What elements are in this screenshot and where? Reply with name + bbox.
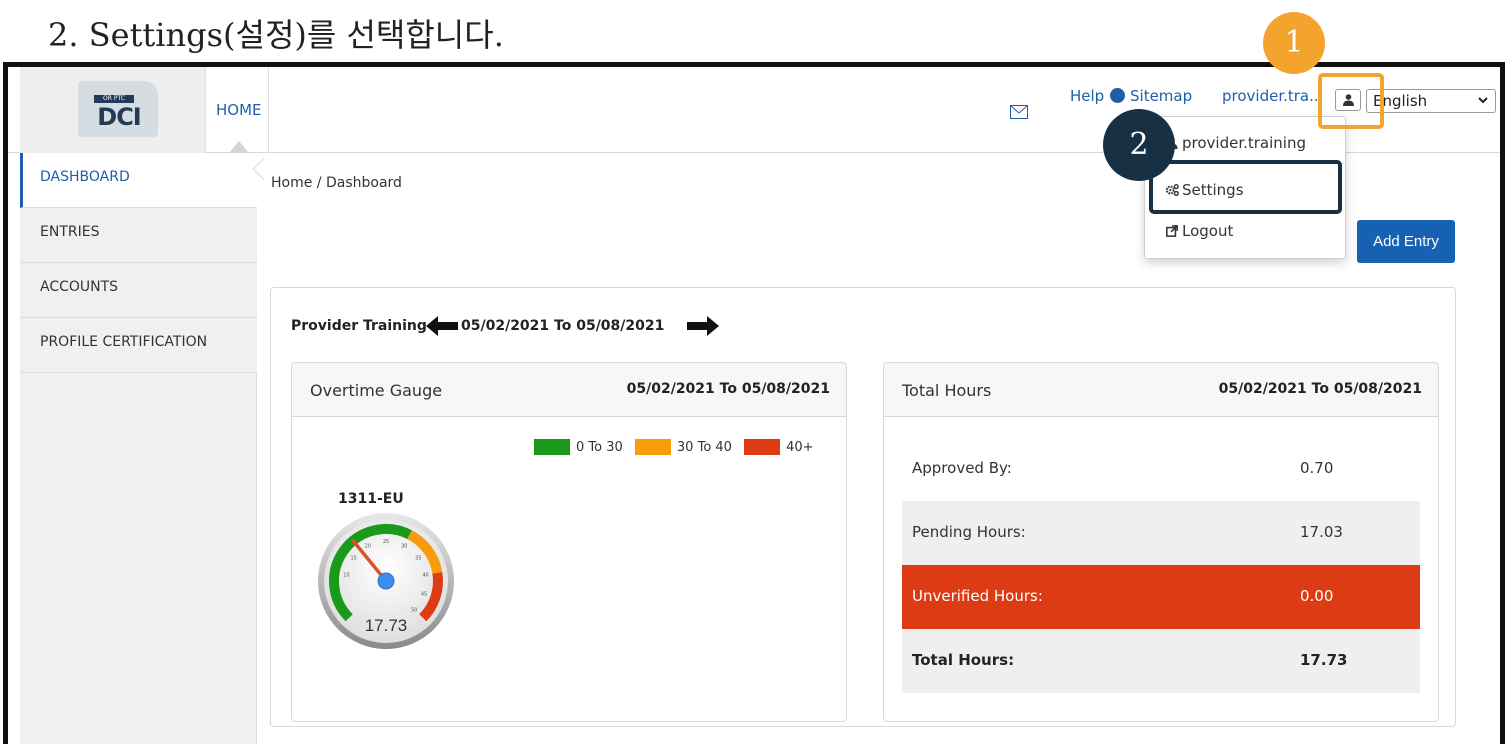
gauge-value: 17.73 (365, 616, 408, 635)
gauge-tick-label: 25 (383, 539, 389, 545)
gauge-tick-label: 40 (422, 573, 428, 579)
callout-step-2: 2 (1103, 109, 1175, 181)
sidebar-item-label: DASHBOARD (40, 169, 130, 185)
legend-label: 30 To 40 (676, 439, 732, 455)
menu-item-logout[interactable]: Logout (1145, 211, 1345, 251)
language-select[interactable]: English (1366, 89, 1496, 113)
add-entry-button[interactable]: Add Entry (1357, 220, 1455, 263)
row-label: Pending Hours: (912, 523, 1026, 541)
gauge-tick-label: 45 (421, 591, 427, 597)
next-week-arrow-icon[interactable] (687, 316, 719, 336)
sidebar: DASHBOARD ENTRIES ACCOUNTS PROFILE CERTI… (20, 153, 276, 744)
row-value: 0.00 (1300, 587, 1334, 605)
card-range: 05/02/2021 To 05/08/2021 (1218, 381, 1422, 397)
total-hours-card: Total Hours 05/02/2021 To 05/08/2021 App… (883, 362, 1439, 722)
week-selector: Provider Training (291, 318, 427, 334)
sidebar-item-label: ACCOUNTS (40, 279, 119, 295)
breadcrumb: Home / Dashboard (271, 175, 402, 191)
menu-item-label: provider.training (1182, 134, 1306, 152)
user-button-highlight-box (1318, 73, 1384, 129)
app-window: OR PTC DCI HOME Help Sitemap provider.tr… (3, 62, 1505, 744)
sidebar-item-profile-certification[interactable]: PROFILE CERTIFICATION (20, 318, 257, 373)
gauge-tick-label: 50 (411, 607, 417, 613)
gauge-legend: 0 To 30 30 To 40 40+ (534, 439, 822, 459)
row-value: 17.73 (1300, 651, 1348, 669)
hours-row-unverified: Unverified Hours: 0.00 (902, 565, 1420, 629)
provider-name: Provider Training (291, 318, 427, 334)
gauge-id: 1311-EU (338, 491, 404, 507)
overtime-gauge: 10 15 20 25 30 35 40 45 50 17.73 (318, 513, 454, 649)
card-header: Total Hours 05/02/2021 To 05/08/2021 (884, 363, 1438, 417)
dashboard-panel: Provider Training 05/02/2021 To 05/08/20… (270, 287, 1456, 727)
previous-week-arrow-icon[interactable] (426, 316, 458, 336)
gauge-tick-label: 20 (365, 543, 371, 549)
card-title: Total Hours (902, 381, 992, 400)
sidebar-item-entries[interactable]: ENTRIES (20, 208, 257, 263)
gauge-tick-label: 10 (343, 573, 349, 579)
legend-swatch-orange (634, 439, 671, 455)
legend-label: 40+ (786, 439, 814, 455)
card-header: Overtime Gauge 05/02/2021 To 05/08/2021 (292, 363, 846, 417)
hours-row-approved: Approved By: 0.70 (902, 437, 1420, 501)
settings-highlight-box (1149, 160, 1342, 214)
sidebar-item-dashboard[interactable]: DASHBOARD (20, 153, 276, 208)
menu-item-label: Logout (1182, 222, 1234, 240)
sidebar-item-accounts[interactable]: ACCOUNTS (20, 263, 257, 318)
hours-row-total: Total Hours: 17.73 (902, 629, 1420, 693)
gauge-hub (377, 572, 395, 590)
row-value: 17.03 (1300, 523, 1343, 541)
gauge-tick-label: 35 (415, 555, 421, 561)
logo-tag: OR PTC (94, 95, 134, 103)
row-label: Unverified Hours: (912, 587, 1043, 605)
home-active-pointer (229, 141, 249, 153)
legend-swatch-green (534, 439, 570, 455)
mail-icon[interactable] (1010, 105, 1028, 119)
week-range: 05/02/2021 To 05/08/2021 (461, 318, 665, 334)
help-icon[interactable] (1110, 88, 1125, 103)
gauge-tick-label: 30 (401, 543, 407, 549)
row-value: 0.70 (1300, 459, 1334, 477)
legend-swatch-red (744, 439, 781, 455)
header-divider (268, 67, 269, 153)
gauge-tick-label: 15 (350, 555, 356, 561)
card-range: 05/02/2021 To 05/08/2021 (626, 381, 830, 397)
legend-label: 0 To 30 (576, 439, 623, 455)
chevron-down-icon (1478, 97, 1488, 104)
sitemap-link[interactable]: Sitemap (1130, 87, 1192, 105)
help-link[interactable]: Help (1070, 87, 1104, 105)
instruction-text: 2. Settings(설정)를 선택합니다. (48, 16, 504, 54)
menu-item-profile[interactable]: provider.training (1145, 123, 1345, 163)
home-link[interactable]: HOME (216, 101, 262, 119)
logo[interactable]: OR PTC DCI (20, 67, 206, 153)
row-label: Approved By: (912, 459, 1012, 477)
card-title: Overtime Gauge (310, 381, 443, 400)
sidebar-item-label: PROFILE CERTIFICATION (40, 334, 208, 350)
callout-step-1: 1 (1263, 12, 1325, 74)
row-label: Total Hours: (912, 651, 1015, 669)
logout-icon (1166, 225, 1178, 237)
logo-text: DCI (97, 103, 141, 131)
overtime-gauge-card: Overtime Gauge 05/02/2021 To 05/08/2021 … (291, 362, 847, 722)
hours-row-pending: Pending Hours: 17.03 (902, 501, 1420, 565)
sidebar-item-label: ENTRIES (40, 224, 100, 240)
